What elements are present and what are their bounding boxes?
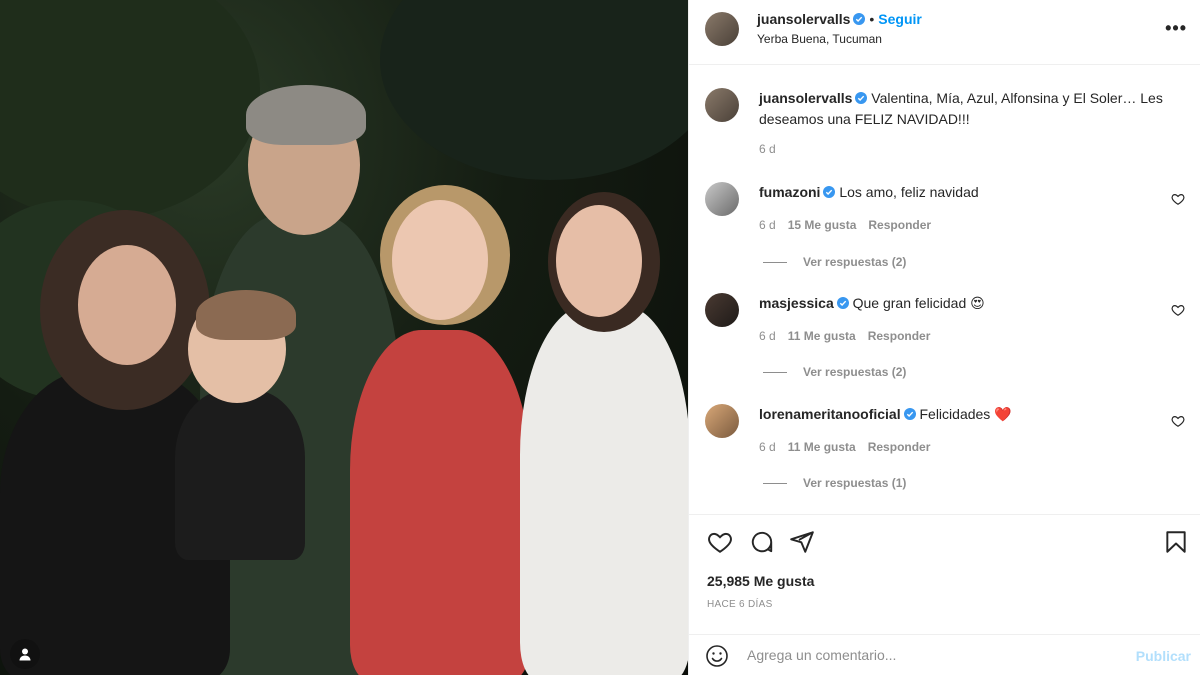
author-username[interactable]: juansolervalls (757, 11, 850, 27)
caption-age: 6 d (759, 142, 788, 156)
caption-timestamp[interactable]: 6 d (759, 142, 776, 156)
heart-eyes-emoji: 😍 (970, 295, 985, 311)
comment-composer: Publicar (689, 634, 1200, 675)
emoji-smile-icon[interactable] (705, 644, 729, 668)
comment-text-block: masjessica Que gran felicidad 😍 (759, 293, 1169, 314)
reply-button[interactable]: Responder (868, 218, 931, 232)
person-woman-left-head (78, 245, 176, 365)
more-options-icon[interactable]: ••• (1165, 18, 1187, 39)
comment-item: masjessica Que gran felicidad 😍 6 d 11 Me… (705, 293, 1185, 393)
comment-input[interactable] (747, 643, 1117, 667)
verified-badge-icon (903, 408, 916, 420)
author-avatar[interactable] (705, 88, 739, 122)
post-location[interactable]: Yerba Buena, Tucuman (757, 32, 882, 46)
caption: juansolervalls Valentina, Mía, Azul, Alf… (705, 88, 1185, 168)
like-comment-heart-icon[interactable] (1171, 303, 1185, 317)
person-girl-red-head (392, 200, 488, 320)
comment-text-block: fumazoni Los amo, feliz navidad (759, 182, 1169, 203)
reply-button[interactable]: Responder (868, 440, 931, 454)
caption-username[interactable]: juansolervalls (759, 90, 852, 106)
view-replies-button[interactable]: Ver respuestas (1) (763, 476, 906, 490)
comment-meta: 6 d 11 Me gusta Responder (759, 329, 942, 343)
commenter-avatar[interactable] (705, 293, 739, 327)
comment-text: Los amo, feliz navidad (839, 184, 979, 200)
author-avatar[interactable] (705, 12, 739, 46)
share-paper-plane-icon[interactable] (789, 529, 815, 555)
publish-button[interactable]: Publicar (1136, 648, 1191, 664)
like-heart-icon[interactable] (707, 529, 733, 555)
comment-age[interactable]: 6 d (759, 329, 776, 343)
comment-likes[interactable]: 11 Me gusta (788, 329, 856, 343)
comment-likes[interactable]: 15 Me gusta (788, 218, 857, 232)
person-girl-red-body (350, 330, 530, 675)
view-replies-label: Ver respuestas (1) (803, 476, 907, 490)
comment-age[interactable]: 6 d (759, 440, 776, 454)
person-man-hair (246, 85, 366, 145)
likes-count[interactable]: 25,985 Me gusta (707, 573, 814, 589)
post-photo[interactable] (0, 0, 688, 675)
replies-divider (763, 261, 787, 263)
comment-meta: 6 d 11 Me gusta Responder (759, 440, 942, 454)
comment-username[interactable]: fumazoni (759, 184, 820, 200)
view-replies-button[interactable]: Ver respuestas (2) (763, 365, 906, 379)
reply-button[interactable]: Responder (868, 329, 931, 343)
verified-badge-icon (823, 186, 836, 198)
comment-bubble-icon[interactable] (749, 529, 775, 555)
view-replies-label: Ver respuestas (2) (803, 365, 907, 379)
foliage-shape (380, 0, 688, 180)
person-girl-white-body (520, 305, 688, 675)
tagged-users-button[interactable] (10, 639, 40, 669)
post-header: juansolervalls • Seguir Yerba Buena, Tucum… (689, 0, 1200, 65)
author-line: juansolervalls • Seguir (757, 11, 922, 29)
comment-text: Felicidades (919, 406, 991, 422)
view-replies-button[interactable]: Ver respuestas (2) (763, 255, 906, 269)
verified-badge-icon (853, 13, 866, 25)
foliage-shape (0, 0, 260, 220)
person-girl-white-head (556, 205, 642, 317)
person-baby-body (175, 390, 305, 560)
caption-text-block: juansolervalls Valentina, Mía, Azul, Alf… (759, 88, 1169, 130)
post-details-panel: juansolervalls • Seguir Yerba Buena, Tucum… (688, 0, 1200, 675)
replies-divider (763, 482, 787, 484)
verified-badge-icon (836, 297, 849, 309)
comment-text: Que gran felicidad (852, 295, 967, 311)
comment-username[interactable]: lorenameritanooficial (759, 406, 901, 422)
comment-item: lorenameritanooficial Felicidades ❤️ 6 d… (705, 404, 1185, 504)
post-actions: 25,985 Me gusta HACE 6 DÍAS (689, 514, 1200, 634)
user-icon (19, 648, 31, 661)
view-replies-label: Ver respuestas (2) (803, 255, 907, 269)
person-baby-hair (196, 290, 296, 340)
comment-text-block: lorenameritanooficial Felicidades ❤️ (759, 404, 1169, 425)
comment-username[interactable]: masjessica (759, 295, 834, 311)
comment-age[interactable]: 6 d (759, 218, 776, 232)
comment-item: fumazoni Los amo, feliz navidad 6 d 15 Me… (705, 182, 1185, 282)
post-age[interactable]: HACE 6 DÍAS (707, 599, 773, 610)
comment-meta: 6 d 15 Me gusta Responder (759, 218, 943, 232)
replies-divider (763, 371, 787, 373)
save-bookmark-icon[interactable] (1163, 529, 1189, 555)
like-comment-heart-icon[interactable] (1171, 414, 1185, 428)
comments-list[interactable]: juansolervalls Valentina, Mía, Azul, Alf… (689, 66, 1200, 514)
follow-button[interactable]: Seguir (878, 11, 922, 27)
separator-dot: • (869, 11, 875, 27)
comment-likes[interactable]: 11 Me gusta (788, 440, 856, 454)
like-comment-heart-icon[interactable] (1171, 192, 1185, 206)
verified-badge-icon (855, 92, 868, 104)
red-heart-emoji: ❤️ (994, 406, 1012, 422)
commenter-avatar[interactable] (705, 404, 739, 438)
commenter-avatar[interactable] (705, 182, 739, 216)
